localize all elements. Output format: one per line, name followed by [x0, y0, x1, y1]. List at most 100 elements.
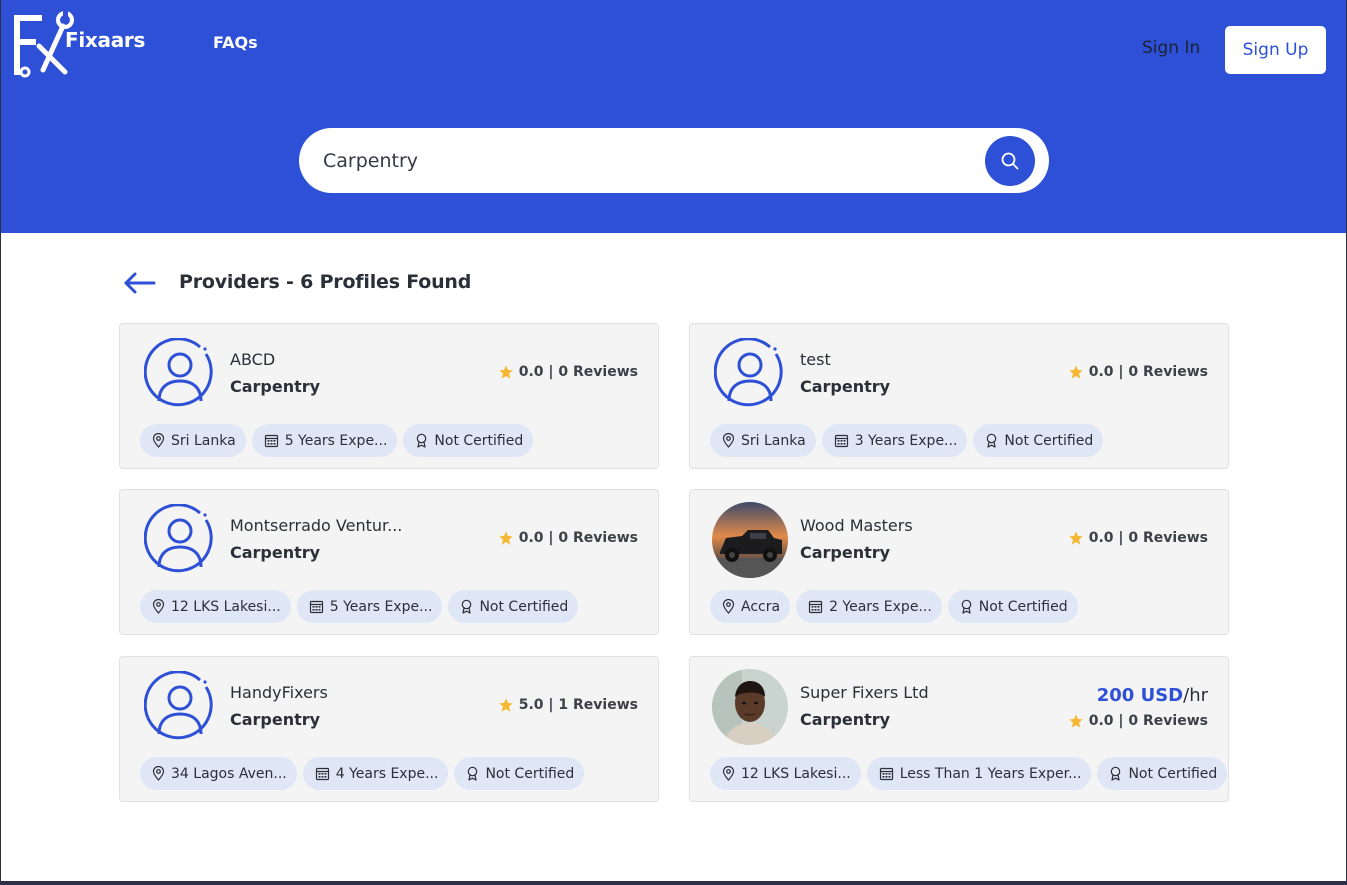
provider-card[interactable]: Super Fixers Ltd Carpentry 200 USD/hr 0.… [689, 656, 1229, 802]
search-input[interactable] [323, 144, 963, 177]
location-text: Accra [741, 598, 781, 615]
provider-card[interactable]: test Carpentry 0.0 | 0 Reviews Sri Lanka… [689, 323, 1229, 469]
location-chip: Sri Lanka [710, 424, 816, 457]
provider-card[interactable]: HandyFixers Carpentry 5.0 | 1 Reviews 34… [119, 656, 659, 802]
provider-chips: 12 LKS Lakesi... Less Than 1 Years Exper… [710, 757, 1228, 790]
location-text: 12 LKS Lakesi... [741, 765, 851, 782]
certification-text: Not Certified [479, 598, 569, 615]
provider-chips: Sri Lanka 5 Years Expe... Not Certified [140, 424, 534, 457]
provider-rating: 0.0 | 0 Reviews [1068, 364, 1208, 380]
logo-text: Fixaars [65, 28, 146, 52]
search-button[interactable] [985, 136, 1035, 186]
award-icon [987, 433, 997, 448]
default-avatar-icon [144, 671, 213, 740]
provider-card[interactable]: Wood Masters Carpentry 0.0 | 0 Reviews A… [689, 489, 1229, 635]
default-avatar-icon [144, 504, 213, 573]
location-pin-icon [722, 766, 735, 781]
certification-text: Not Certified [1128, 765, 1218, 782]
provider-card[interactable]: Montserrado Ventur... Carpentry 0.0 | 0 … [119, 489, 659, 635]
award-icon [462, 599, 472, 614]
nav-faqs-link[interactable]: FAQs [213, 33, 258, 52]
location-chip: 12 LKS Lakesi... [710, 757, 861, 790]
location-text: 34 Lagos Aven... [171, 765, 287, 782]
experience-text: Less Than 1 Years Exper... [899, 765, 1082, 782]
sign-up-button[interactable]: Sign Up [1225, 26, 1326, 74]
search-bar [299, 128, 1049, 193]
experience-text: 4 Years Expe... [335, 765, 439, 782]
provider-category: Carpentry [230, 543, 321, 562]
rating-text: 0.0 | 0 Reviews [1088, 530, 1208, 546]
location-pin-icon [152, 766, 165, 781]
location-text: Sri Lanka [741, 432, 806, 449]
location-chip: 12 LKS Lakesi... [140, 590, 291, 623]
calendar-icon [879, 767, 893, 781]
sign-in-link[interactable]: Sign In [1142, 38, 1200, 58]
location-pin-icon [722, 433, 735, 448]
certification-chip: Not Certified [973, 424, 1104, 457]
page: Fixaars FAQs Sign In Sign Up Providers -… [1, 0, 1346, 881]
provider-rating: 5.0 | 1 Reviews [498, 697, 638, 713]
award-icon [1111, 766, 1121, 781]
provider-photo-person [712, 669, 788, 745]
experience-text: 3 Years Expe... [854, 432, 958, 449]
header-banner: Fixaars FAQs Sign In Sign Up [1, 0, 1346, 233]
provider-chips: 34 Lagos Aven... 4 Years Expe... Not Cer… [140, 757, 585, 790]
fixaars-logo[interactable]: Fixaars [13, 8, 153, 80]
provider-photo-truck [712, 502, 788, 578]
location-pin-icon [722, 599, 735, 614]
provider-chips: 12 LKS Lakesi... 5 Years Expe... Not Cer… [140, 590, 579, 623]
provider-rating: 0.0 | 0 Reviews [1068, 530, 1208, 546]
calendar-icon [834, 434, 848, 448]
experience-chip: 5 Years Expe... [296, 590, 443, 623]
provider-category: Carpentry [800, 377, 891, 396]
price-amount: 200 USD [1096, 685, 1184, 706]
certification-chip: Not Certified [454, 757, 585, 790]
provider-rating: 0.0 | 0 Reviews [1068, 713, 1208, 729]
provider-category: Carpentry [230, 710, 321, 729]
star-icon [1069, 714, 1083, 728]
rating-text: 5.0 | 1 Reviews [518, 697, 638, 713]
provider-name[interactable]: test [800, 350, 1000, 369]
location-text: 12 LKS Lakesi... [171, 598, 281, 615]
rating-text: 0.0 | 0 Reviews [1088, 713, 1208, 729]
location-text: Sri Lanka [171, 432, 236, 449]
star-icon [1069, 531, 1083, 545]
experience-chip: 5 Years Expe... [251, 424, 398, 457]
experience-text: 5 Years Expe... [329, 598, 433, 615]
provider-price: 200 USD/hr [1097, 685, 1208, 706]
provider-name[interactable]: Wood Masters [800, 516, 1000, 535]
search-icon [1001, 152, 1019, 170]
provider-category: Carpentry [800, 710, 891, 729]
location-chip: 34 Lagos Aven... [140, 757, 297, 790]
star-icon [499, 698, 513, 712]
award-icon [961, 599, 972, 614]
experience-chip: 4 Years Expe... [302, 757, 449, 790]
provider-category: Carpentry [230, 377, 321, 396]
back-arrow-icon[interactable] [123, 270, 157, 296]
location-chip: Accra [710, 590, 791, 623]
provider-chips: Sri Lanka 3 Years Expe... Not Certified [710, 424, 1104, 457]
default-avatar-icon [144, 338, 213, 407]
provider-name[interactable]: HandyFixers [230, 683, 430, 702]
star-icon [499, 531, 513, 545]
provider-chips: Accra 2 Years Expe... Not Certified [710, 590, 1078, 623]
location-chip: Sri Lanka [140, 424, 246, 457]
award-icon [468, 766, 478, 781]
certification-chip: Not Certified [403, 424, 534, 457]
provider-card[interactable]: ABCD Carpentry 0.0 | 0 Reviews Sri Lanka… [119, 323, 659, 469]
rating-text: 0.0 | 0 Reviews [1088, 364, 1208, 380]
location-pin-icon [152, 599, 165, 614]
provider-name[interactable]: Super Fixers Ltd [800, 683, 1000, 702]
provider-name[interactable]: ABCD [230, 350, 430, 369]
provider-name[interactable]: Montserrado Ventur... [230, 516, 430, 535]
experience-chip: 2 Years Expe... [796, 590, 942, 623]
star-icon [1069, 365, 1083, 379]
calendar-icon [808, 600, 823, 614]
provider-rating: 0.0 | 0 Reviews [498, 364, 638, 380]
certification-text: Not Certified [978, 598, 1068, 615]
default-avatar-icon [714, 338, 783, 407]
award-icon [417, 433, 427, 448]
experience-text: 5 Years Expe... [284, 432, 388, 449]
rating-text: 0.0 | 0 Reviews [518, 530, 638, 546]
rating-text: 0.0 | 0 Reviews [518, 364, 638, 380]
